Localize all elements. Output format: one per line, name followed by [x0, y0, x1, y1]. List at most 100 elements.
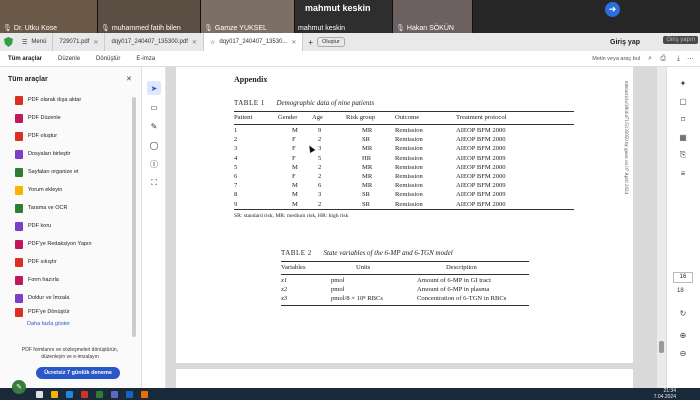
tab-label: dqy017_240407_13530...	[219, 39, 288, 45]
stamp-icon[interactable]: ⛶	[147, 176, 161, 190]
tool-label: PDF oluştur	[28, 133, 58, 139]
close-icon[interactable]: ✕	[291, 39, 296, 46]
scrollbar-thumb[interactable]	[659, 341, 664, 353]
menu-convert[interactable]: Dönüştür	[88, 56, 128, 62]
close-icon[interactable]: ✕	[126, 75, 132, 83]
tool-edit-pdf[interactable]: PDF Düzenle	[15, 113, 61, 123]
bookmark-icon[interactable]: ⌑	[677, 113, 689, 125]
page-total: 18	[677, 288, 684, 294]
tool-convert-to-pdf[interactable]: PDF'ye Dönüştür	[15, 307, 70, 317]
table1-cell: SR	[362, 191, 371, 199]
zoom-out-icon[interactable]: ⊖	[677, 347, 689, 359]
refresh-icon[interactable]: ↻	[677, 307, 689, 319]
app-icon[interactable]	[141, 390, 148, 398]
tab-3-active[interactable]: ☆ dqy017_240407_13530... ✕	[203, 33, 304, 51]
table1-caption: TABLE 1 Demographic data of nine patient…	[234, 99, 374, 107]
video-tile-5[interactable]: 🎙 Hakan SÖKÜN	[393, 0, 473, 33]
speaker-banner: mahmut keskin	[305, 3, 371, 13]
close-icon[interactable]: ✕	[93, 39, 98, 46]
document-scrollbar[interactable]	[657, 67, 666, 400]
thumbnails-icon[interactable]: ▦	[677, 131, 689, 143]
ai-assistant-icon[interactable]: ✦	[677, 77, 689, 89]
download-icon[interactable]: ⤓	[677, 55, 680, 63]
search-field[interactable]: Metin veya araç bul	[592, 56, 640, 62]
video-tile-1[interactable]: 🎙 Dr. Utku Kose	[0, 0, 98, 33]
table1-cell: Remission	[395, 173, 423, 180]
tool-label: Tarama ve OCR	[28, 205, 68, 211]
menu-button[interactable]: ☰ Menü	[16, 33, 54, 51]
document-viewer[interactable]: Appendix TABLE 1 Demographic data of nin…	[166, 67, 666, 400]
attachment-icon[interactable]: ⎘	[677, 149, 689, 161]
layers-icon[interactable]: ≡	[677, 167, 689, 179]
excel-icon[interactable]	[96, 390, 103, 398]
video-tile-4[interactable]: mahmut keskin mahmut keskin	[295, 0, 393, 33]
table1-cell: HR	[362, 154, 372, 162]
page-number-input[interactable]: 16	[673, 272, 693, 283]
browser-icon[interactable]	[66, 390, 73, 398]
table-number: TABLE 2	[281, 249, 312, 257]
comment-panel-icon[interactable]: ▢	[677, 95, 689, 107]
menu-all-tools[interactable]: Tüm araçlar	[0, 56, 50, 62]
menu-esign[interactable]: E-imza	[128, 56, 163, 62]
word-icon[interactable]	[126, 390, 133, 398]
select-cursor-icon[interactable]: ➤	[147, 81, 161, 95]
table-title: State variables of the 6-MP and 6-TGN mo…	[323, 249, 453, 257]
tool-protect-pdf[interactable]: PDF koru	[15, 221, 51, 231]
tool-export-pdf[interactable]: PDF olarak dışa aktar	[15, 95, 81, 105]
table1-cell: M	[292, 127, 298, 134]
arrow-right-icon[interactable]: ➜	[605, 2, 620, 17]
more-icon[interactable]: ⋯	[687, 55, 694, 63]
search-icon[interactable]: ⌕	[648, 55, 652, 63]
print-icon[interactable]: ⎙	[660, 55, 666, 63]
table1-cell: MR	[362, 182, 373, 190]
login-button[interactable]: Giriş yap	[610, 39, 640, 46]
table1-cell: MR	[362, 145, 373, 153]
table-rule	[234, 209, 574, 210]
acrobat-icon[interactable]	[81, 390, 88, 398]
tool-combine-files[interactable]: Dosyaları birleştir	[15, 149, 70, 159]
text-select-icon[interactable]: Ⓘ	[147, 157, 161, 171]
video-tile-2[interactable]: 🎙 muhammed fatih bilen	[98, 0, 201, 33]
teams-icon[interactable]	[111, 390, 118, 398]
tab-2[interactable]: dqy017_240407_135300.pdf ✕	[105, 33, 204, 51]
tool-add-comment[interactable]: Yorum ekleyin	[15, 185, 62, 195]
comment-icon	[15, 185, 23, 195]
new-tab-icon[interactable]: +	[308, 38, 313, 47]
shield-icon	[4, 37, 13, 47]
close-icon[interactable]: ✕	[192, 39, 197, 46]
tool-rail: ➤ ▭ ✎ ◯ Ⓘ ⛶	[142, 67, 166, 400]
tool-fill-sign[interactable]: Doldur ve İmzala	[15, 293, 69, 303]
start-icon[interactable]	[36, 390, 43, 398]
add-comment-icon[interactable]: ▭	[147, 100, 161, 114]
header-description: Description	[446, 264, 477, 271]
free-trial-button[interactable]: Ücretsiz 7 günlük deneme	[36, 367, 120, 379]
menu-edit[interactable]: Düzenle	[50, 56, 88, 62]
show-more-link[interactable]: Daha fazla göster	[27, 321, 70, 327]
form-icon	[15, 275, 23, 285]
organize-pages-icon	[15, 167, 23, 177]
create-button[interactable]: Oluştur	[317, 37, 345, 47]
tool-create-pdf[interactable]: PDF oluştur	[15, 131, 58, 141]
tool-compress-pdf[interactable]: PDF sıkıştır	[15, 257, 57, 267]
tool-scan-ocr[interactable]: Tarama ve OCR	[15, 203, 68, 213]
pen-icon[interactable]: ✎	[147, 119, 161, 133]
table1-cell: SR	[362, 136, 371, 144]
lasso-icon[interactable]: ◯	[147, 138, 161, 152]
table1-cell: F	[292, 154, 296, 162]
lock-icon	[15, 221, 23, 231]
video-tile-3[interactable]: 🎙 Gamze YUKSEL	[201, 0, 295, 33]
scan-icon	[15, 203, 23, 213]
zoom-in-icon[interactable]: ⊕	[677, 329, 689, 341]
tab-1[interactable]: 729071.pdf ✕	[53, 33, 106, 51]
tool-prepare-form[interactable]: Form hazırla	[15, 275, 59, 285]
tool-organize-pages[interactable]: Sayfaları organize et	[15, 167, 79, 177]
tool-redact-pdf[interactable]: PDF'ye Redaksiyon Yapın	[15, 239, 92, 249]
table1-cell: 5	[234, 163, 238, 171]
folder-icon[interactable]	[51, 390, 58, 398]
participant-name: muhammed fatih bilen	[111, 24, 181, 32]
pen-tool-icon[interactable]: ✎	[12, 380, 26, 394]
tool-label: Sayfaları organize et	[28, 169, 79, 175]
table1-cell: AIEOP BFM 2009	[456, 182, 506, 190]
table1-cell: AIEOP BFM 2000	[456, 173, 506, 180]
panel-scrollbar[interactable]	[132, 97, 136, 337]
